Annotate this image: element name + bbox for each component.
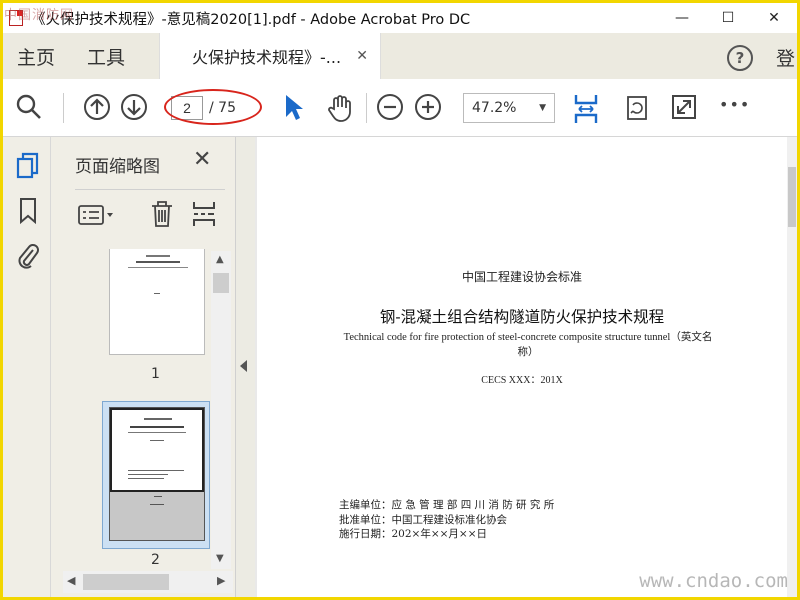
scroll-right-icon[interactable]: ▶	[217, 574, 225, 587]
full-screen-icon[interactable]	[670, 93, 698, 121]
doc-organization: 中国工程建设协会标准	[461, 270, 582, 284]
scrollbar-thumb[interactable]	[788, 167, 796, 227]
scrollbar-thumb[interactable]	[213, 273, 229, 293]
watermark-bottom: www.cndao.com	[639, 570, 788, 592]
zoom-value: 47.2%	[472, 100, 517, 116]
tab-close-icon[interactable]: ✕	[356, 48, 368, 64]
scroll-up-icon[interactable]: ▲	[216, 254, 224, 265]
thumbnail-label: 2	[151, 552, 160, 568]
maximize-button[interactable]: ☐	[705, 3, 751, 33]
thumbnail-horizontal-scrollbar[interactable]: ◀ ▶	[63, 571, 233, 593]
doc-title-english: Technical code for fire protection of st…	[343, 332, 713, 358]
zoom-in-icon[interactable]	[414, 93, 442, 121]
scroll-left-icon[interactable]: ◀	[67, 574, 75, 587]
chevron-down-icon: ▼	[539, 103, 546, 113]
doc-effective-date: 施行日期：202×年××月××日	[339, 526, 487, 541]
thumbnail-vertical-scrollbar[interactable]: ▲ ▼	[211, 251, 231, 569]
delete-page-icon[interactable]	[149, 199, 175, 229]
document-viewer: 中国工程建设协会标准 钢-混凝土组合结构隧道防火保护技术规程 Technical…	[255, 137, 797, 597]
toolbar: / 75 47.2% ▼ •••	[3, 79, 797, 137]
panel-close-icon[interactable]: ✕	[193, 147, 211, 172]
tab-document[interactable]: 火保护技术规程》-... ✕	[159, 33, 382, 79]
date-label: 施行日期：	[339, 528, 392, 540]
document-scrollbar[interactable]	[787, 137, 797, 597]
attachment-icon[interactable]	[15, 241, 41, 271]
doc-title: 钢-混凝土组合结构隧道防火保护技术规程	[379, 308, 665, 326]
thumbnails-panel: 页面缩略图 ✕ 1 2 ▲ ▼ ◀ ▶	[51, 137, 235, 597]
chief-label: 主编单位：	[339, 499, 392, 511]
tab-document-label: 火保护技术规程》-...	[192, 48, 342, 67]
approve-value: 中国工程建设标准化协会	[391, 514, 508, 526]
insert-page-icon[interactable]	[191, 199, 217, 229]
rotate-page-icon[interactable]	[623, 93, 651, 123]
doc-code: CECS XXX：201X	[481, 375, 563, 386]
approve-label: 批准单位：	[339, 514, 392, 526]
panel-title: 页面缩略图	[75, 157, 160, 177]
panel-divider	[75, 189, 225, 190]
zoom-select[interactable]: 47.2% ▼	[463, 93, 555, 123]
collapse-panel-icon[interactable]	[240, 360, 247, 372]
login-link[interactable]: 登	[776, 44, 795, 71]
more-tools-icon[interactable]: •••	[719, 95, 750, 114]
scrollbar-thumb[interactable]	[83, 574, 169, 590]
title-bar: 《火保护技术规程》-意见稿2020[1].pdf - Adobe Acrobat…	[3, 3, 797, 33]
select-cursor-icon[interactable]	[283, 93, 305, 123]
tab-tools[interactable]: 工具	[75, 33, 137, 79]
window-title: 《火保护技术规程》-意见稿2020[1].pdf - Adobe Acrobat…	[31, 11, 471, 28]
fit-width-icon[interactable]	[571, 93, 601, 125]
hand-tool-icon[interactable]	[325, 93, 355, 123]
page-thumbnails-icon[interactable]	[15, 151, 41, 181]
thumbnail-options-icon[interactable]	[77, 203, 117, 227]
page-thumbnail-selected[interactable]	[109, 407, 205, 541]
highlight-ellipse	[164, 89, 262, 125]
toolbar-separator	[63, 93, 64, 123]
thumbnail-label: 1	[151, 366, 160, 382]
doc-approver: 批准单位：中国工程建设标准化协会	[339, 512, 507, 527]
previous-page-icon[interactable]	[83, 93, 111, 121]
close-button[interactable]: ✕	[751, 3, 797, 33]
toolbar-separator	[366, 93, 367, 123]
minimize-button[interactable]: —	[659, 3, 705, 33]
tab-home[interactable]: 主页	[5, 33, 67, 79]
help-icon[interactable]: ?	[727, 45, 753, 71]
zoom-out-icon[interactable]	[376, 93, 404, 121]
pdf-page: 中国工程建设协会标准 钢-混凝土组合结构隧道防火保护技术规程 Technical…	[257, 137, 787, 597]
next-page-icon[interactable]	[120, 93, 148, 121]
date-value: 202×年××月××日	[391, 528, 488, 540]
tab-bar: 主页 工具 火保护技术规程》-... ✕ ? 登	[3, 33, 797, 79]
page-thumbnail[interactable]	[109, 249, 205, 355]
watermark-top: 中国消防网	[4, 8, 75, 23]
navigation-rail	[3, 137, 51, 597]
search-icon[interactable]	[15, 93, 43, 121]
scroll-down-icon[interactable]: ▼	[216, 553, 224, 564]
chief-value: 应 急 管 理 部 四 川 消 防 研 究 所	[391, 499, 555, 511]
window-controls: — ☐ ✕	[659, 3, 797, 33]
bookmark-icon[interactable]	[17, 197, 39, 225]
doc-chief-editor: 主编单位：应 急 管 理 部 四 川 消 防 研 究 所	[339, 497, 554, 512]
